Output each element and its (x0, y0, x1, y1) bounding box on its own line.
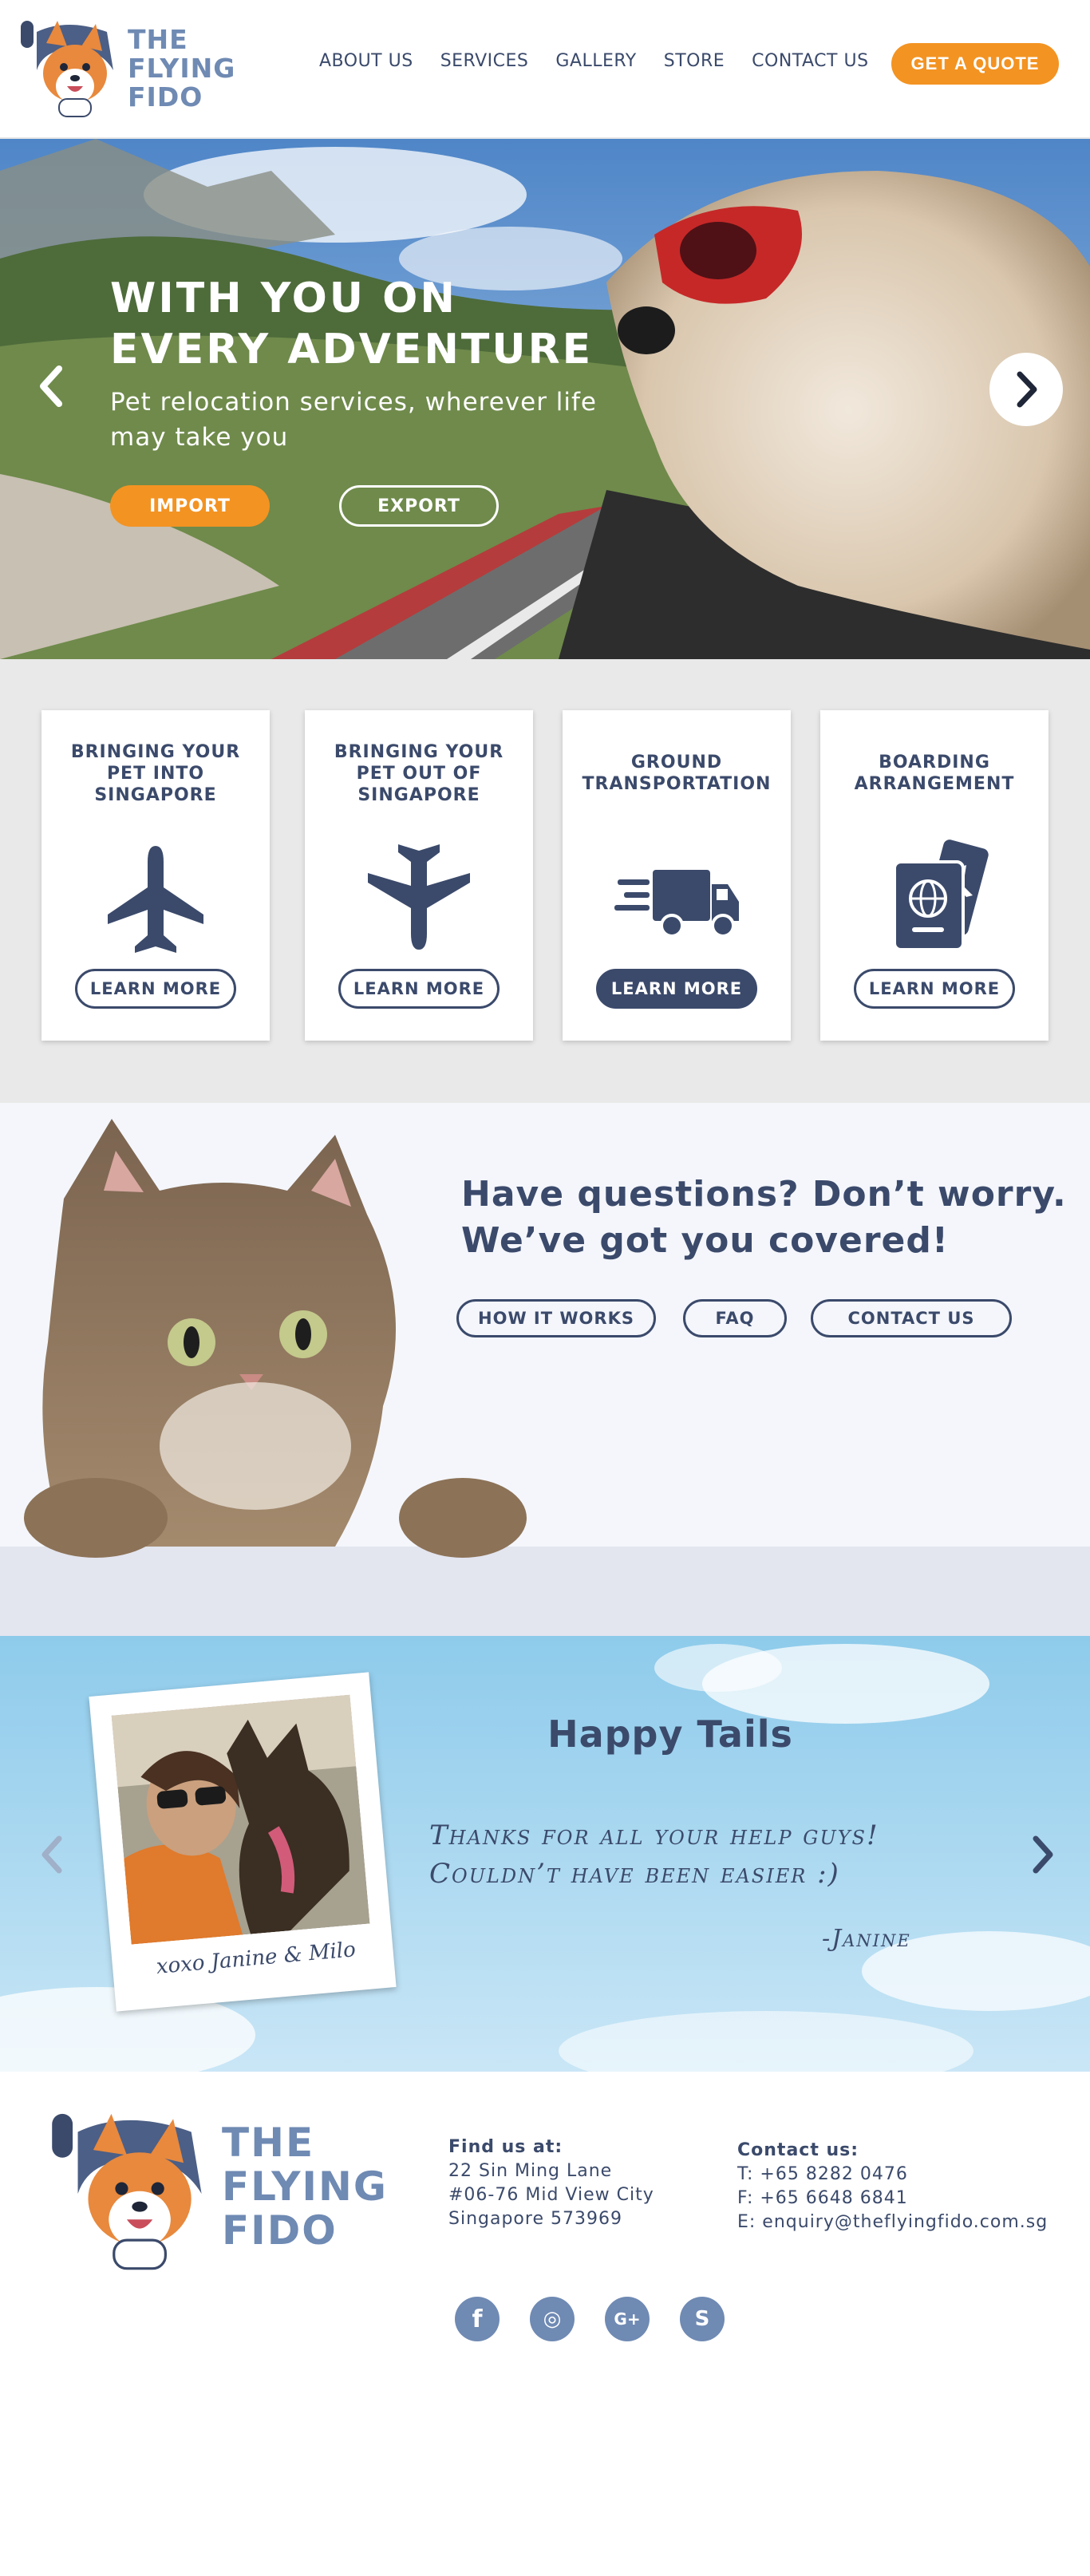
corgi-logo-icon (21, 21, 113, 117)
logo-line: FLYING (222, 2163, 388, 2210)
phone-number[interactable]: T: +65 8282 0476 (737, 2163, 1048, 2187)
testimonial-next-arrow[interactable] (1026, 1831, 1058, 1879)
google-plus-icon[interactable]: G+ (605, 2297, 650, 2341)
hero-prev-arrow[interactable] (32, 362, 72, 410)
skype-icon[interactable]: S (680, 2297, 725, 2341)
main-nav: ABOUT US SERVICES GALLERY STORE CONTACT … (319, 51, 896, 71)
airplane-icon (368, 844, 470, 950)
facebook-icon[interactable]: f (455, 2297, 500, 2341)
footer-logo[interactable]: THE FLYING FIDO (49, 2102, 401, 2286)
learn-more-button[interactable]: LEARN MORE (75, 969, 236, 1009)
chevron-right-icon (1033, 1835, 1053, 1874)
services-section: BRINGING YOUR PET INTO SINGAPORE LEARN M… (0, 659, 1090, 1103)
service-card-export: BRINGING YOUR PET OUT OF SINGAPORE LEARN… (305, 710, 533, 1041)
corgi-logo-icon (52, 2113, 202, 2270)
logo-line: FIDO (128, 81, 203, 113)
chevron-left-icon (40, 365, 62, 407)
testimonial-photo (111, 1694, 370, 1945)
testimonial-quote-line: Couldn’t have been easier :) (429, 1858, 840, 1890)
faq-button[interactable]: FAQ (683, 1299, 787, 1337)
woman-with-dog-photo (111, 1694, 370, 1945)
hero-subtitle: Pet relocation services, wherever life m… (110, 388, 598, 452)
footer-contact: Contact us: T: +65 8282 0476 F: +65 6648… (737, 2139, 1048, 2234)
learn-more-button[interactable]: LEARN MORE (854, 969, 1015, 1009)
logo-wordmark: THE FLYING FIDO (128, 26, 235, 112)
happy-tails-title: Happy Tails (547, 1713, 793, 1756)
site-footer: THE FLYING FIDO Find us at: 22 Sin Ming … (0, 2072, 1090, 2576)
contact-heading: Contact us: (737, 2140, 859, 2160)
learn-more-button[interactable]: LEARN MORE (596, 969, 757, 1009)
service-card-ground: GROUND TRANSPORTATION LEARN MORE (563, 710, 791, 1041)
testimonial-author: -Janine (822, 1925, 911, 1953)
site-logo[interactable]: THE FLYING FIDO (19, 14, 243, 126)
service-card-title: BRINGING YOUR PET INTO SINGAPORE (70, 741, 241, 805)
logo-line: FLYING (128, 53, 236, 84)
questions-section: Have questions? Don’t worry. We’ve got y… (0, 1103, 1090, 1636)
contact-us-button[interactable]: CONTACT US (811, 1299, 1012, 1337)
nav-store[interactable]: STORE (664, 51, 725, 71)
questions-headline-line: Have questions? Don’t worry. (461, 1174, 1067, 1215)
learn-more-button[interactable]: LEARN MORE (338, 969, 500, 1009)
chevron-right-icon (1017, 371, 1037, 408)
hero-slider: WITH YOU ON EVERY ADVENTURE Pet relocati… (0, 139, 1090, 659)
get-a-quote-button[interactable]: GET A QUOTE (891, 43, 1059, 85)
address-line: #06-76 Mid View City (448, 2185, 654, 2205)
questions-headline-line: We’ve got you covered! (461, 1220, 949, 1261)
testimonial-prev-arrow[interactable] (37, 1831, 69, 1879)
logo-line: FIDO (222, 2207, 338, 2254)
service-card-title: BOARDING ARRANGEMENT (854, 753, 1015, 794)
hero-headline-line: WITH YOU ON (110, 275, 457, 322)
service-card-import: BRINGING YOUR PET INTO SINGAPORE LEARN M… (41, 710, 270, 1041)
testimonial-quote-line: Thanks for all your help guys! (429, 1819, 879, 1851)
delivery-truck-icon (614, 870, 739, 938)
airplane-icon (108, 846, 203, 953)
address-line: Singapore 573969 (448, 2209, 622, 2229)
service-card-title: BRINGING YOUR PET OUT OF SINGAPORE (334, 741, 504, 805)
footer-logo-wordmark: THE FLYING FIDO (222, 2121, 388, 2253)
chevron-left-icon (41, 1835, 62, 1874)
hero-headline-line: EVERY ADVENTURE (110, 326, 594, 373)
logo-line: THE (128, 24, 188, 55)
export-button[interactable]: EXPORT (339, 485, 499, 527)
nav-gallery[interactable]: GALLERY (555, 51, 636, 71)
service-card-title: GROUND TRANSPORTATION (582, 753, 772, 794)
polaroid-caption: xoxo Janine & Milo (155, 1938, 357, 1979)
footer-address: Find us at: 22 Sin Ming Lane #06-76 Mid … (448, 2135, 654, 2231)
fax-number: F: +65 6648 6841 (737, 2188, 908, 2208)
hero-headline: WITH YOU ON EVERY ADVENTURE (110, 273, 669, 375)
address-line: 22 Sin Ming Lane (448, 2161, 613, 2181)
find-us-heading: Find us at: (448, 2137, 563, 2157)
nav-services[interactable]: SERVICES (440, 51, 529, 71)
email-address[interactable]: E: enquiry@theflyingfido.com.sg (737, 2211, 1048, 2234)
import-button[interactable]: IMPORT (110, 485, 270, 527)
passport-icon (893, 840, 989, 951)
instagram-icon[interactable]: ◎ (530, 2297, 575, 2341)
logo-line: THE (222, 2120, 315, 2166)
questions-headline: Have questions? Don’t worry. We’ve got y… (461, 1171, 1068, 1264)
testimonial-section: xoxo Janine & Milo Happy Tails Thanks fo… (0, 1636, 1090, 2072)
hero-next-arrow[interactable] (989, 353, 1063, 426)
testimonial-quote: Thanks for all your help guys! Couldn’t … (429, 1816, 988, 1893)
testimonial-polaroid: xoxo Janine & Milo (89, 1672, 397, 2012)
service-card-boarding: BOARDING ARRANGEMENT LEARN MORE (820, 710, 1049, 1041)
nav-about-us[interactable]: ABOUT US (319, 51, 413, 71)
how-it-works-button[interactable]: HOW IT WORKS (456, 1299, 656, 1337)
nav-contact-us[interactable]: CONTACT US (752, 51, 868, 71)
site-header: THE FLYING FIDO ABOUT US SERVICES GALLER… (0, 0, 1090, 139)
